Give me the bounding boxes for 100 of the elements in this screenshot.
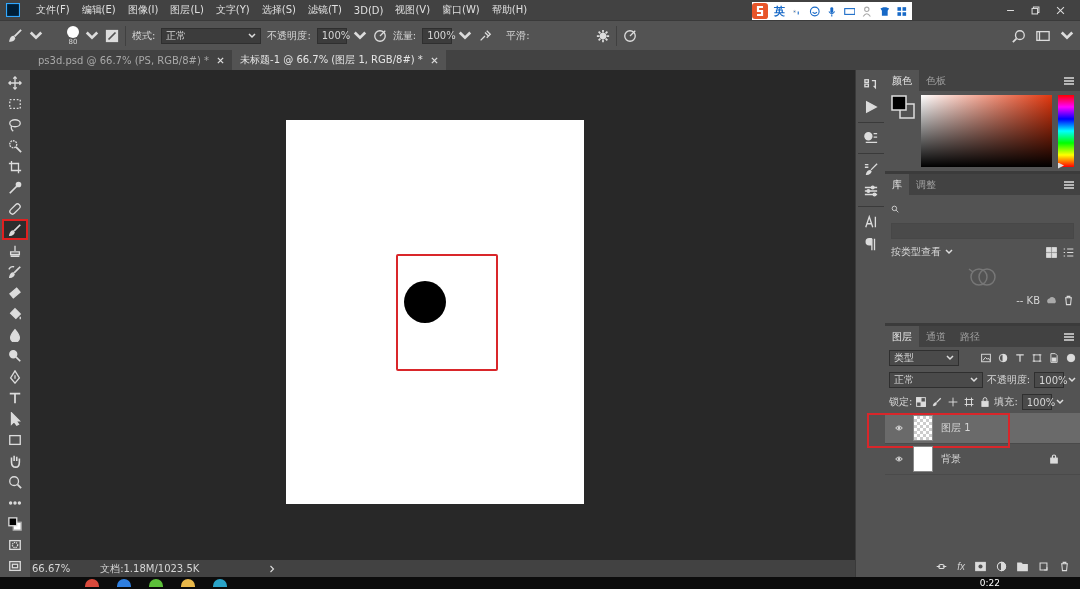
input-logo-icon[interactable] (752, 2, 768, 20)
lock-artboard-icon[interactable] (964, 397, 975, 407)
menu-item[interactable]: 文字(Y) (209, 3, 256, 17)
brush-settings-icon[interactable] (863, 162, 878, 176)
taskbar-app-icon[interactable] (181, 579, 195, 587)
caret-icon[interactable] (946, 355, 954, 361)
sliders-icon[interactable] (863, 184, 878, 198)
character-icon[interactable] (863, 215, 878, 229)
restore-icon[interactable] (1030, 4, 1041, 16)
filter-dropdown[interactable]: 类型 (889, 350, 959, 366)
settings-icon[interactable] (595, 28, 610, 43)
menu-item[interactable]: 编辑(E) (75, 3, 122, 17)
close-icon[interactable] (430, 56, 438, 64)
caret-icon[interactable] (1068, 377, 1076, 383)
layer-row[interactable]: 背景 (885, 444, 1080, 475)
search-icon (891, 204, 900, 214)
close-icon[interactable] (217, 56, 225, 64)
flow-field[interactable]: 100% (422, 27, 453, 44)
menu-item[interactable]: 选择(S) (255, 3, 302, 17)
color-swatches-icon (8, 516, 22, 531)
history-icon[interactable] (863, 78, 878, 92)
grid-view-icon[interactable] (1046, 246, 1057, 258)
menu-item[interactable]: 图像(I) (121, 3, 165, 17)
adjustment-filter-icon[interactable] (998, 353, 1008, 363)
color-swatches-icon[interactable] (891, 95, 915, 119)
microphone-icon[interactable] (826, 4, 838, 18)
chevron-icon[interactable] (269, 564, 276, 573)
color-picker-field[interactable] (921, 95, 1052, 167)
image-filter-icon[interactable] (981, 353, 991, 363)
menu-item[interactable]: 帮助(H) (485, 3, 534, 17)
mask-icon[interactable] (975, 560, 986, 572)
airbrush-icon[interactable] (478, 28, 493, 43)
menu-item[interactable]: 文件(F) (30, 3, 76, 17)
cloud-icon[interactable] (1046, 295, 1057, 306)
pressure-opacity-icon[interactable] (372, 28, 387, 43)
language-toggle[interactable]: 英 (774, 3, 785, 19)
smiley-icon[interactable] (808, 4, 821, 18)
brush-panel-icon[interactable] (105, 28, 119, 43)
workspace-icon[interactable] (1036, 28, 1050, 43)
tool-button[interactable] (4, 221, 26, 238)
caret-icon[interactable] (945, 249, 953, 255)
panel-tab[interactable]: 图层 (885, 326, 919, 347)
menu-item[interactable]: 滤镜(T) (301, 3, 348, 17)
lock-transparency-icon[interactable] (916, 397, 927, 407)
brush-icon[interactable] (8, 28, 23, 43)
lock-all-icon[interactable] (980, 397, 991, 407)
caret-icon[interactable] (248, 32, 257, 39)
panel-tab[interactable]: 颜色 (885, 70, 919, 91)
layer-style-button[interactable]: fx (957, 560, 965, 572)
menu-item[interactable]: 3D(D) (347, 4, 390, 16)
taskbar-app-icon[interactable] (149, 579, 163, 587)
caret-icon[interactable] (1055, 399, 1064, 405)
taskbar-app-icon[interactable] (85, 579, 99, 587)
move-tool-icon (8, 75, 22, 90)
panel-tab[interactable]: 调整 (909, 174, 943, 195)
smart-object-filter-icon[interactable] (1049, 353, 1059, 363)
caret-icon[interactable] (969, 377, 978, 383)
properties-icon[interactable] (863, 131, 878, 145)
eye-icon[interactable] (893, 424, 905, 432)
taskbar-app-icon[interactable] (117, 579, 131, 587)
panel-tab[interactable]: 路径 (953, 326, 987, 347)
document-tab[interactable]: 未标题-1 @ 66.7% (图层 1, RGB/8#) * (232, 50, 446, 70)
trash-icon[interactable] (1059, 560, 1070, 572)
menu-icon[interactable] (1064, 180, 1074, 189)
play-icon[interactable] (863, 100, 878, 114)
grid-icon[interactable] (896, 4, 908, 18)
type-filter-icon[interactable] (1015, 353, 1025, 363)
blend-mode-dropdown[interactable]: 正常 (889, 372, 983, 388)
app-logo-icon (6, 3, 20, 17)
view-by-type-dropdown[interactable]: 按类型查看 (891, 245, 941, 259)
mode-dropdown[interactable]: 正常 (161, 27, 262, 44)
eye-icon[interactable] (893, 455, 905, 463)
folder-icon[interactable] (1017, 560, 1028, 572)
panel-tab[interactable]: 色板 (919, 70, 953, 91)
menu-icon[interactable] (1064, 76, 1074, 85)
lock-position-icon[interactable] (948, 397, 959, 407)
document-size: 文档:1.18M/1023.5K (100, 561, 200, 576)
search-icon[interactable] (1012, 28, 1026, 43)
hue-slider[interactable] (1058, 95, 1074, 167)
panel-tab[interactable]: 通道 (919, 326, 953, 347)
filter-toggle-icon[interactable] (1066, 353, 1076, 363)
shape-filter-icon[interactable] (1032, 353, 1042, 363)
pressure-size-icon[interactable] (622, 28, 637, 43)
trash-icon[interactable] (1063, 295, 1074, 306)
menu-item[interactable]: 窗口(W) (436, 3, 486, 17)
lock-pixels-icon[interactable] (932, 397, 943, 407)
menu-item[interactable]: 视图(V) (389, 3, 437, 17)
adjustment-layer-icon[interactable] (996, 560, 1007, 572)
menu-icon[interactable] (1064, 332, 1074, 341)
smoothing-label: 平滑: (506, 28, 530, 43)
close-icon[interactable] (1055, 4, 1066, 16)
new-layer-icon[interactable] (1038, 560, 1049, 572)
slider-thumb[interactable] (1058, 162, 1064, 169)
panel-tab[interactable]: 库 (885, 174, 909, 195)
list-view-icon[interactable] (1063, 246, 1074, 258)
paragraph-icon[interactable] (863, 237, 878, 251)
menu-item[interactable]: 图层(L) (164, 3, 210, 17)
shirt-icon[interactable] (878, 4, 891, 18)
opacity-label: 不透明度: (986, 373, 1030, 387)
taskbar-app-icon[interactable] (213, 579, 227, 587)
